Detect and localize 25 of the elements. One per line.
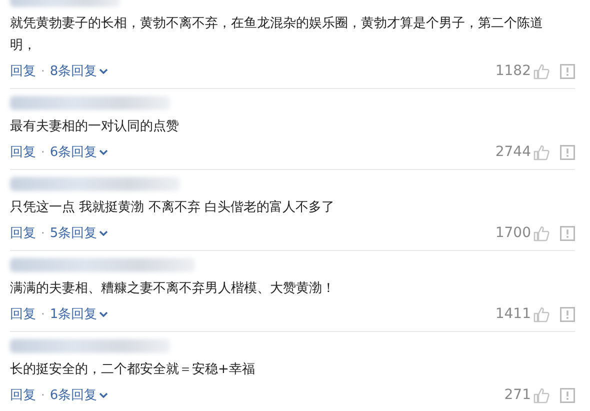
separator-dot: · (41, 226, 45, 240)
comment-text: 满满的夫妻相、糟糠之妻不离不弃男人楷模、大赞黄渤！ (10, 280, 336, 298)
reply-link[interactable]: 回复 (10, 305, 36, 323)
separator-dot: · (41, 64, 45, 78)
comment-text: 只凭这一点 我就挺黄渤 不离不弃 白头偕老的富人不多了 (10, 199, 336, 217)
separator-dot: · (41, 307, 45, 321)
like-count: 1411 (495, 306, 531, 322)
like-count: 2744 (495, 144, 531, 160)
reply-link[interactable]: 回复 (10, 62, 36, 80)
replies-link[interactable]: 1条回复 (50, 305, 108, 323)
reply-link[interactable]: 回复 (10, 143, 36, 161)
like-count: 1700 (495, 225, 531, 241)
comment-text: 长的挺安全的，二个都安全就＝安稳+幸福 (10, 361, 256, 379)
separator-dot: · (41, 145, 45, 159)
comment-text: 最有夫妻相的一对认同的点赞 (10, 118, 180, 136)
reply-link[interactable]: 回复 (10, 224, 36, 242)
separator-dot: · (41, 388, 45, 402)
like-count: 1182 (495, 63, 531, 79)
like-count: 271 (504, 387, 531, 403)
replies-link[interactable]: 6条回复 (50, 386, 108, 404)
replies-link[interactable]: 8条回复 (50, 62, 108, 80)
comment-text: 就凭黄勃妻子的长相，黄勃不离不弃，在鱼龙混杂的娱乐圈，黄勃才算是个男子，第二个陈道明， (10, 15, 544, 55)
reply-link[interactable]: 回复 (10, 386, 36, 404)
replies-link[interactable]: 5条回复 (50, 224, 108, 242)
replies-link[interactable]: 6条回复 (50, 143, 108, 161)
